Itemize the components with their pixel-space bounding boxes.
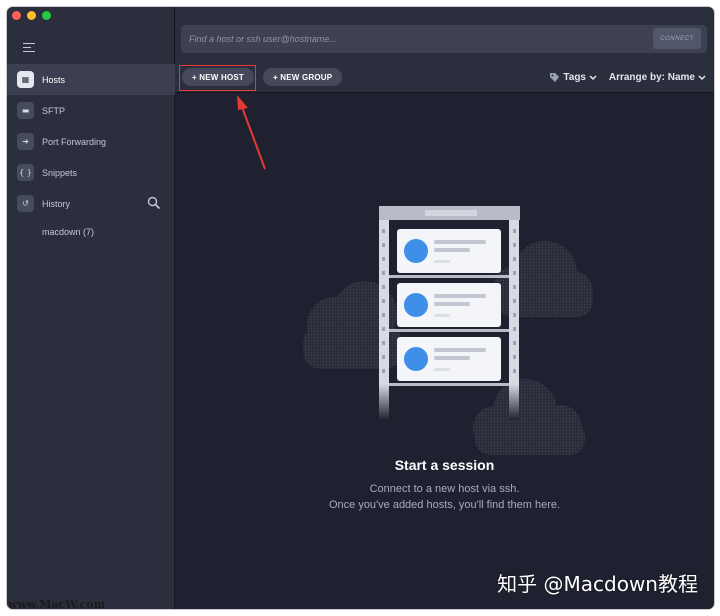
cloud-right-bottom — [473, 379, 585, 455]
site-watermark: www.MacW.com — [8, 598, 106, 611]
sidebar-item-sftp[interactable]: ▬ SFTP — [7, 95, 175, 126]
sidebar-item-label: Hosts — [42, 74, 66, 85]
chevron-down-icon — [589, 74, 597, 80]
minimize-window-button[interactable] — [27, 11, 36, 20]
topbar: Find a host or ssh user@hostname... CONN… — [175, 7, 714, 61]
zhihu-watermark: 知乎 @Macdown教程 — [497, 572, 698, 596]
hosts-icon: ▦ — [17, 71, 34, 88]
app-window: ▦ Hosts ▬ SFTP ➜ Port Forwarding { } Sni… — [7, 7, 714, 609]
window-controls — [12, 11, 51, 20]
host-search-input[interactable]: Find a host or ssh user@hostname... CONN… — [181, 25, 707, 53]
sidebar-item-history[interactable]: ↺ History — [7, 188, 175, 219]
new-group-button[interactable]: + NEW GROUP — [263, 68, 343, 86]
history-icon: ↺ — [17, 195, 34, 212]
sidebar-item-label: SFTP — [42, 105, 66, 116]
empty-state-title: Start a session — [394, 457, 495, 473]
empty-state-text: Once you've added hosts, you'll find the… — [328, 499, 561, 511]
sidebar-item-label: History — [42, 198, 71, 209]
sidebar-toggle-icon[interactable] — [23, 43, 35, 53]
annotation-arrow — [237, 95, 266, 170]
history-entry[interactable]: macdown (7) — [7, 219, 175, 245]
tag-icon — [550, 73, 560, 82]
tags-label: Tags — [563, 72, 586, 83]
search-icon[interactable] — [147, 196, 161, 210]
sidebar-item-label: Snippets — [42, 167, 78, 178]
sidebar-item-label: Port Forwarding — [42, 136, 107, 147]
sidebar-item-hosts[interactable]: ▦ Hosts — [7, 64, 175, 95]
sidebar-nav: ▦ Hosts ▬ SFTP ➜ Port Forwarding { } Sni… — [7, 64, 175, 245]
chevron-down-icon — [698, 74, 706, 80]
arrange-label: Arrange by: Name — [608, 72, 695, 83]
main-content: Start a session Connect to a new host vi… — [175, 93, 714, 609]
connect-button[interactable]: CONNECT — [653, 28, 701, 49]
empty-state-text: Connect to a new host via ssh. — [369, 483, 520, 495]
toolbar: + NEW HOST + NEW GROUP Tags Arrange by: … — [175, 61, 714, 93]
search-placeholder: Find a host or ssh user@hostname... — [189, 34, 337, 44]
host-card-illustration — [397, 283, 501, 327]
sidebar-item-port-forwarding[interactable]: ➜ Port Forwarding — [7, 126, 175, 157]
braces-icon: { } — [17, 164, 34, 181]
cloud-right-top — [493, 241, 593, 317]
sidebar-item-snippets[interactable]: { } Snippets — [7, 157, 175, 188]
close-window-button[interactable] — [12, 11, 21, 20]
folder-icon: ▬ — [17, 102, 34, 119]
arrange-dropdown[interactable]: Arrange by: Name — [609, 72, 706, 83]
host-card-illustration — [397, 229, 501, 273]
zoom-window-button[interactable] — [42, 11, 51, 20]
host-card-illustration — [397, 337, 501, 381]
forward-icon: ➜ — [17, 133, 34, 150]
new-host-button[interactable]: + NEW HOST — [182, 68, 255, 86]
sidebar: ▦ Hosts ▬ SFTP ➜ Port Forwarding { } Sni… — [7, 7, 175, 609]
empty-state-illustration — [237, 95, 593, 455]
tags-dropdown[interactable]: Tags — [549, 72, 597, 83]
